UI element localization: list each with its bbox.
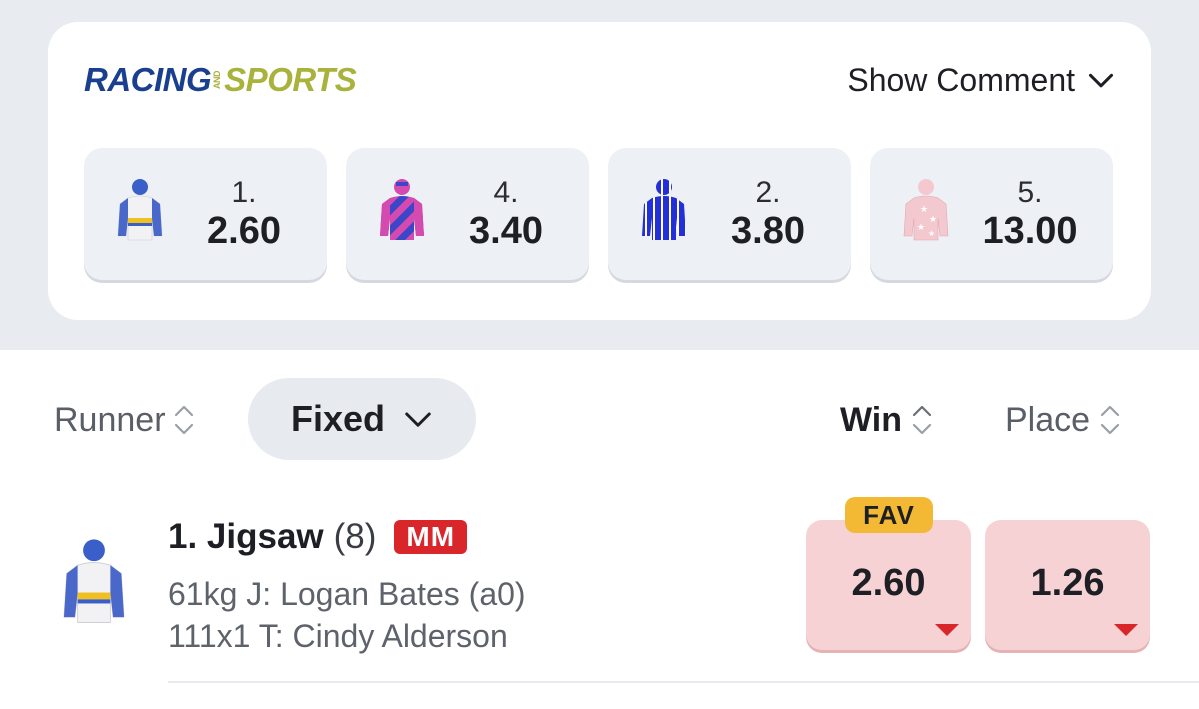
logo-sports-text: SPORTS (224, 61, 357, 98)
place-odds-value: 1.26 (1030, 562, 1105, 604)
odds-tile[interactable]: ★ ★ ★ ★ 5. 13.00 (870, 148, 1113, 280)
tile-runner-number: 1. (231, 176, 257, 209)
logo-and-text: AND (212, 71, 223, 89)
tile-odds-value: 2.60 (207, 210, 281, 252)
racing-and-sports-logo: RACING AND SPORTS (84, 61, 357, 98)
runner-barrier: (8) (333, 517, 377, 556)
svg-text:★: ★ (917, 223, 925, 233)
odds-tile[interactable]: 1. 2.60 (84, 148, 327, 280)
place-column-label: Place (1005, 400, 1091, 439)
bet-type-label: Fixed (290, 398, 386, 439)
mm-badge: MM (394, 520, 468, 554)
jockey-silk-icon (642, 179, 686, 240)
racing-card: RACING AND SPORTS Show Comment 1. 2.60 4… (48, 22, 1151, 320)
jockey-silk-icon (63, 539, 125, 623)
sort-win-header[interactable]: Win (840, 398, 934, 442)
svg-text:★: ★ (929, 215, 937, 225)
show-comment-toggle[interactable]: Show Comment (847, 60, 1115, 100)
show-comment-label: Show Comment (847, 61, 1075, 98)
sort-icon (912, 405, 932, 435)
win-odds-value: 2.60 (851, 562, 926, 604)
tile-runner-number: 5. (1017, 176, 1043, 209)
svg-text:★: ★ (920, 205, 928, 215)
runner-form-trainer: 111x1 T: Cindy Alderson (168, 618, 508, 654)
logo-racing-text: RACING (84, 61, 212, 98)
top-odds-tiles: 1. 2.60 4. 3.40 2. 3.80 ★ ★ ★ ★ 5. 13.00 (84, 148, 1113, 280)
chevron-down-icon (405, 412, 431, 427)
sort-runner-header[interactable]: Runner (54, 398, 196, 442)
runner-name: 1. Jigsaw (168, 517, 324, 556)
odds-drift-down-icon (1114, 624, 1138, 636)
sort-icon (1100, 405, 1120, 435)
tile-runner-number: 4. (493, 176, 519, 209)
runner-column-label: Runner (54, 400, 166, 439)
row-divider (168, 681, 1199, 683)
sort-icon (174, 405, 193, 435)
jockey-silk-icon (380, 179, 424, 240)
place-odds-button[interactable]: 1.26 (985, 520, 1150, 650)
favourite-badge: FAV (845, 497, 933, 533)
odds-tile[interactable]: 4. 3.40 (346, 148, 589, 280)
chevron-down-icon (1088, 73, 1114, 88)
odds-drift-down-icon (935, 624, 959, 636)
runner-title[interactable]: 1. Jigsaw (8) MM (168, 515, 468, 559)
runner-weight-jockey: 61kg J: Logan Bates (a0) (168, 576, 526, 612)
jockey-silk-icon: ★ ★ ★ ★ (903, 179, 949, 241)
sort-place-header[interactable]: Place (1005, 398, 1122, 442)
tile-odds-value: 13.00 (982, 210, 1078, 252)
runner-list: Runner Fixed Win Place 1. Jigsaw (8) MM … (0, 350, 1199, 709)
tile-runner-number: 2. (755, 176, 781, 209)
svg-text:★: ★ (928, 229, 935, 238)
odds-tile[interactable]: 2. 3.80 (608, 148, 851, 280)
tile-odds-value: 3.80 (731, 210, 805, 252)
win-odds-button[interactable]: 2.60 (806, 520, 971, 650)
bet-type-dropdown[interactable]: Fixed (248, 378, 476, 460)
tile-odds-value: 3.40 (469, 210, 543, 252)
jockey-silk-icon (117, 179, 163, 241)
win-column-label: Win (840, 400, 903, 439)
